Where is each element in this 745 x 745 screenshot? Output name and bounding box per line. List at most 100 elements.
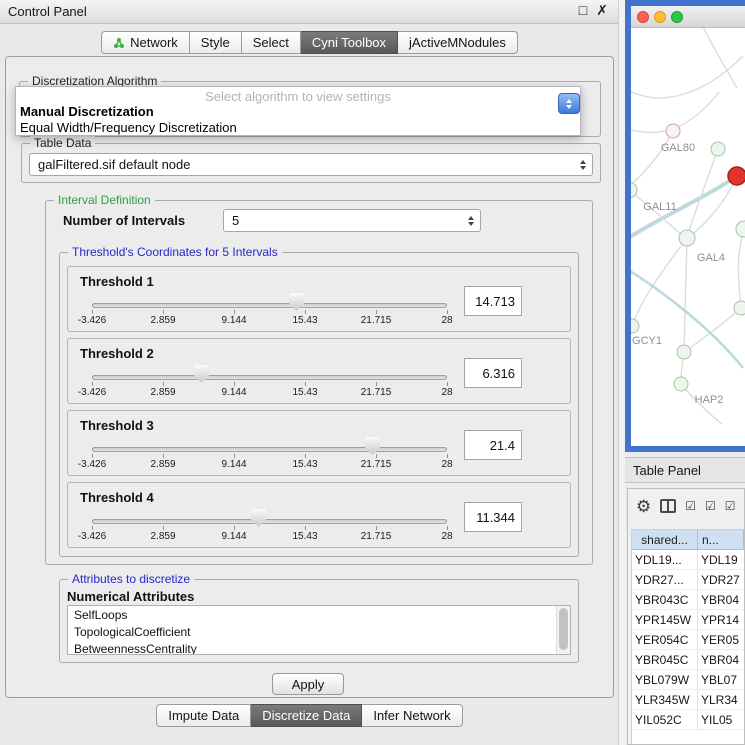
network-node-gcy1[interactable] — [631, 319, 639, 333]
scale-tick-label: 21.715 — [361, 315, 392, 326]
table-row[interactable]: YIL052CYIL05 — [632, 710, 744, 730]
cell[interactable]: YER054C — [632, 630, 698, 649]
network-node[interactable] — [677, 345, 691, 359]
minimize-traffic-light-icon[interactable] — [654, 11, 666, 23]
threshold-2-slider-thumb[interactable] — [194, 365, 209, 383]
threshold-3-slider-thumb[interactable] — [365, 437, 380, 455]
tab-infer-network[interactable]: Infer Network — [362, 704, 462, 727]
cell[interactable]: YBL07 — [698, 670, 744, 689]
tab-style-label: Style — [201, 35, 230, 50]
tab-jactivemodules[interactable]: jActiveMNodules — [398, 31, 518, 54]
network-node[interactable] — [734, 301, 745, 315]
algorithm-combo-arrow-button[interactable] — [558, 93, 580, 114]
table-row[interactable]: YBR043CYBR04 — [632, 590, 744, 610]
algorithm-option-equal-width[interactable]: Equal Width/Frequency Discretization — [16, 120, 580, 136]
cell[interactable]: YBR043C — [632, 590, 698, 609]
cell[interactable]: YIL052C — [632, 710, 698, 729]
table-row[interactable]: YBR045CYBR04 — [632, 650, 744, 670]
scale-tick-label: 21.715 — [361, 459, 392, 470]
zoom-traffic-light-icon[interactable] — [671, 11, 683, 23]
cell[interactable]: YDR27... — [632, 570, 698, 589]
threshold-3-label: Threshold 3 — [80, 418, 154, 433]
cell[interactable]: YPR145W — [632, 610, 698, 629]
gear-icon[interactable]: ⚙ — [636, 498, 651, 515]
threshold-4-slider-track[interactable] — [92, 519, 447, 524]
threshold-2-slider-track[interactable] — [92, 375, 447, 380]
node-label-gcy1: GCY1 — [632, 335, 662, 347]
cell[interactable]: YLR34 — [698, 690, 744, 709]
cell[interactable]: YBR04 — [698, 590, 744, 609]
checkbox-icon[interactable]: ☑ — [725, 500, 736, 512]
cell[interactable]: YDL19... — [632, 550, 698, 569]
algorithm-placeholder-option[interactable]: Select algorithm to view settings — [16, 87, 580, 104]
network-node[interactable] — [711, 142, 725, 156]
cell[interactable]: YBR045C — [632, 650, 698, 669]
tab-style[interactable]: Style — [190, 31, 242, 54]
checkbox-icon[interactable]: ☑ — [705, 500, 716, 512]
network-node-hap2[interactable] — [674, 377, 688, 391]
tab-discretize-data[interactable]: Discretize Data — [251, 704, 362, 727]
network-view-window[interactable]: GAL80 GAL11 GAL4 GCY1 HAP2 — [625, 0, 745, 452]
cell[interactable]: YER05 — [698, 630, 744, 649]
network-tab-icon — [113, 37, 125, 49]
columns-icon[interactable] — [660, 499, 676, 513]
threshold-4-value-field[interactable]: 11.344 — [464, 502, 522, 532]
table-row[interactable]: YPR145WYPR14 — [632, 610, 744, 630]
cell[interactable]: YDR27 — [698, 570, 744, 589]
table-data-combobox[interactable]: galFiltered.sif default node — [29, 153, 593, 176]
scrollbar-thumb[interactable] — [559, 608, 568, 650]
num-intervals-label: Number of Intervals — [63, 213, 185, 228]
num-intervals-combobox[interactable]: 5 — [223, 209, 481, 232]
scale-tick-label: -3.426 — [78, 459, 106, 470]
threshold-2-value-field[interactable]: 6.316 — [464, 358, 522, 388]
apply-button[interactable]: Apply — [272, 673, 344, 695]
tab-network[interactable]: Network — [101, 31, 190, 54]
table-panel-title: Table Panel — [625, 457, 745, 483]
column-header-name[interactable]: n... — [698, 530, 744, 550]
tab-cyni-toolbox[interactable]: Cyni Toolbox — [301, 31, 398, 54]
network-node[interactable] — [666, 124, 680, 138]
table-row[interactable]: YBL079WYBL07 — [632, 670, 744, 690]
network-node[interactable] — [736, 221, 745, 237]
algorithm-option-manual[interactable]: Manual Discretization — [16, 104, 580, 120]
table-row[interactable]: YLR345WYLR34 — [632, 690, 744, 710]
threshold-4-slider-thumb[interactable] — [251, 509, 266, 527]
cell[interactable]: YDL19 — [698, 550, 744, 569]
threshold-3-value-field[interactable]: 21.4 — [464, 430, 522, 460]
scale-tick-label: 28 — [441, 459, 452, 470]
list-item[interactable]: TopologicalCoefficient — [68, 623, 570, 640]
close-traffic-light-icon[interactable] — [637, 11, 649, 23]
top-tabbar: Network Style Select Cyni Toolbox jActiv… — [0, 31, 619, 54]
threshold-3-slider-track[interactable] — [92, 447, 447, 452]
checkbox-icon[interactable]: ☑ — [685, 500, 696, 512]
network-node-gal4[interactable] — [679, 230, 695, 246]
list-scrollbar[interactable] — [556, 606, 570, 654]
threshold-4-box: Threshold 4 -3.426 2.859 9.144 15.43 21.… — [67, 482, 571, 548]
tab-impute-data[interactable]: Impute Data — [156, 704, 251, 727]
cell[interactable]: YBL079W — [632, 670, 698, 689]
network-node-selected-red[interactable] — [728, 167, 745, 185]
close-window-icon[interactable]: ✗ — [596, 2, 608, 19]
list-item[interactable]: SelfLoops — [68, 606, 570, 623]
control-panel-titlebar: Control Panel □ ✗ — [0, 0, 618, 24]
node-table: shared... n... YDL19...YDL19 YDR27...YDR… — [631, 529, 745, 745]
table-row[interactable]: YER054CYER05 — [632, 630, 744, 650]
table-row[interactable]: YDR27...YDR27 — [632, 570, 744, 590]
threshold-1-slider-thumb[interactable] — [289, 293, 304, 311]
float-window-icon[interactable]: □ — [579, 2, 587, 19]
network-canvas[interactable]: GAL80 GAL11 GAL4 GCY1 HAP2 — [631, 28, 745, 424]
tab-select[interactable]: Select — [242, 31, 301, 54]
cell[interactable]: YBR04 — [698, 650, 744, 669]
scale-tick-label: -3.426 — [78, 531, 106, 542]
interval-definition-label: Interval Definition — [54, 193, 155, 207]
cell[interactable]: YLR345W — [632, 690, 698, 709]
cell[interactable]: YPR14 — [698, 610, 744, 629]
scale-tick-label: 28 — [441, 315, 452, 326]
table-row[interactable]: YDL19...YDL19 — [632, 550, 744, 570]
threshold-1-value-field[interactable]: 14.713 — [464, 286, 522, 316]
column-header-shared-name[interactable]: shared... — [632, 530, 698, 550]
scale-tick-label: 2.859 — [150, 315, 175, 326]
cell[interactable]: YIL05 — [698, 710, 744, 729]
list-item[interactable]: BetweennessCentrality — [68, 640, 570, 655]
threshold-1-slider-track[interactable] — [92, 303, 447, 308]
